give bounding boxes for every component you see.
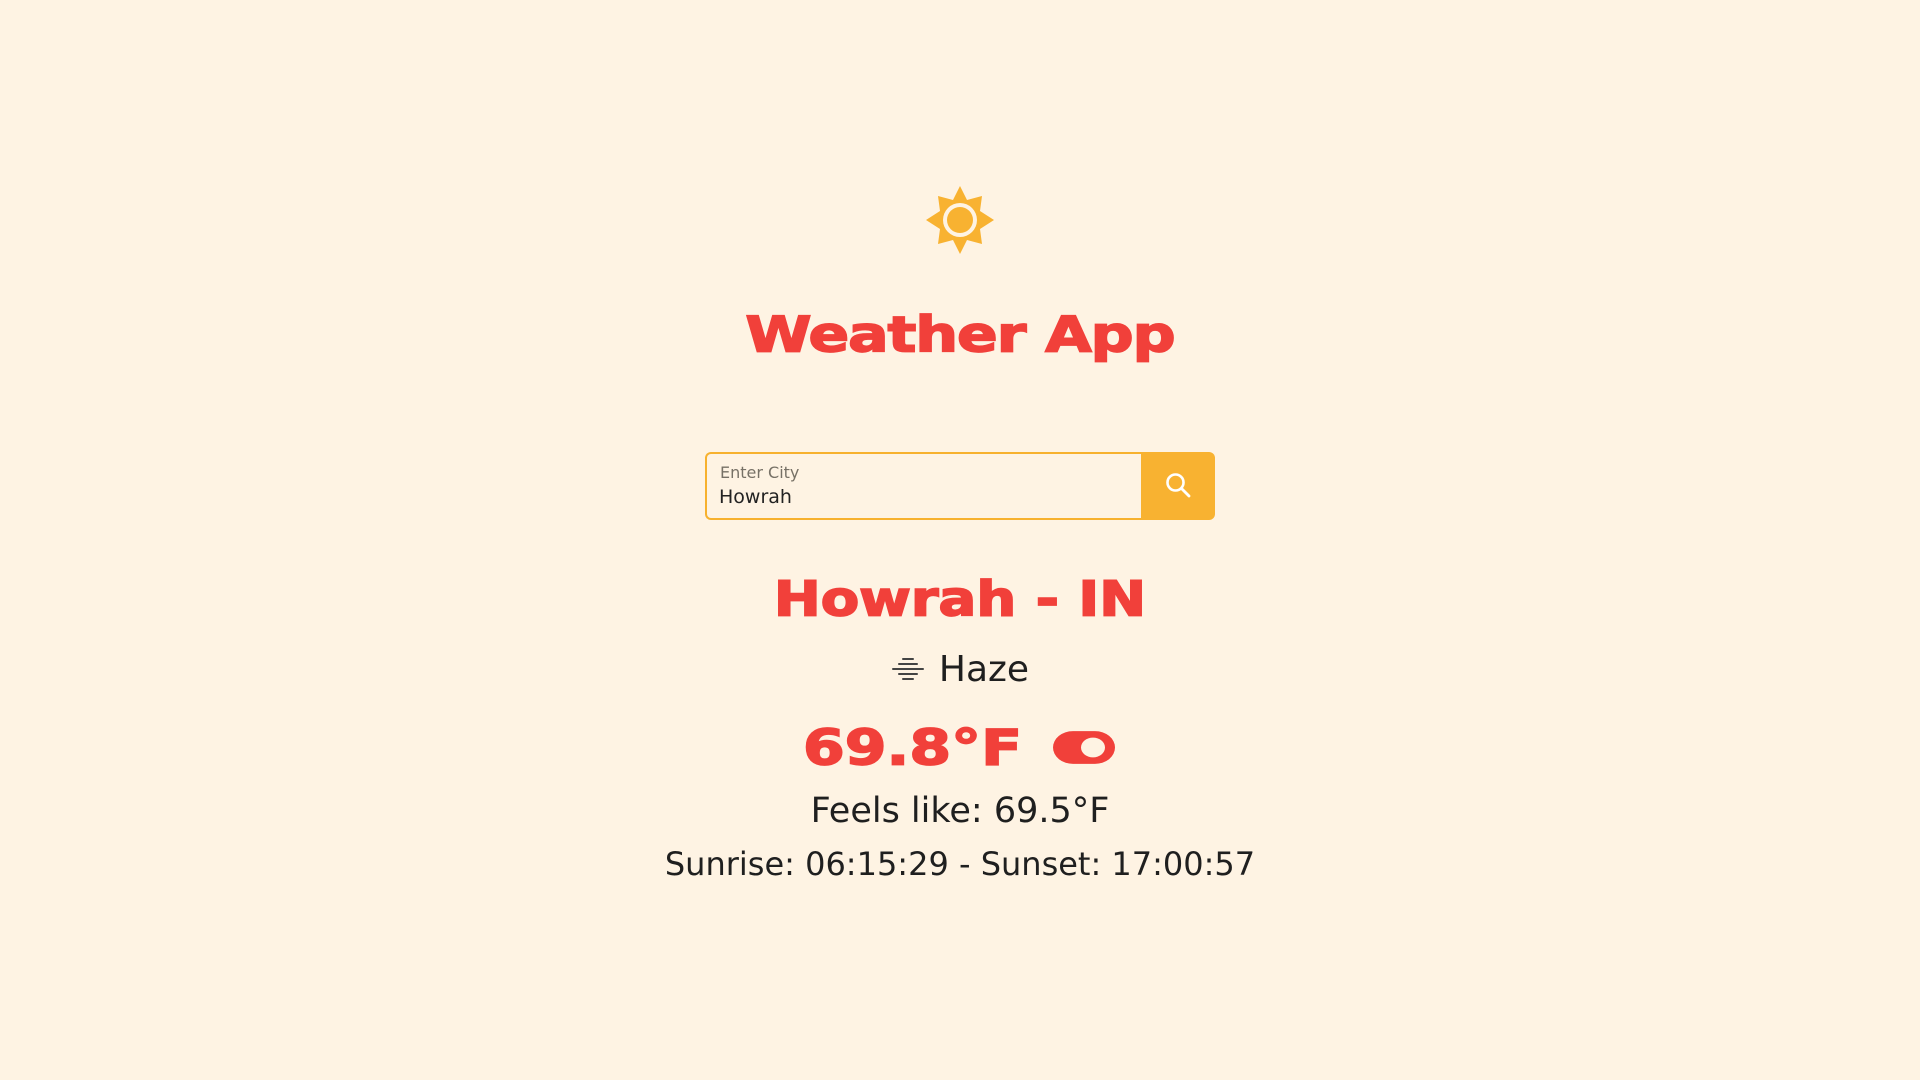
temperature-value: 69.8°F: [802, 719, 1023, 778]
city-input[interactable]: [719, 484, 1119, 510]
search-form: Enter City: [705, 452, 1215, 520]
location-title: Howrah - IN: [773, 571, 1147, 629]
feels-like-text: Feels like: 69.5°F: [810, 791, 1110, 831]
weather-app-page: Weather App Enter City Howrah - IN: [0, 0, 1920, 1080]
search-button[interactable]: [1141, 452, 1215, 520]
sun-icon: [924, 184, 996, 256]
condition-row: Haze: [0, 646, 1920, 694]
search-icon: [1164, 471, 1192, 502]
app-title: Weather App: [744, 305, 1176, 364]
sunrise-sunset-text: Sunrise: 06:15:29 - Sunset: 17:00:57: [664, 845, 1256, 883]
city-field: Enter City: [705, 452, 1141, 520]
city-field-label: Enter City: [720, 463, 800, 482]
haze-icon: [891, 656, 925, 684]
condition-text: Haze: [938, 649, 1030, 690]
temperature-row: 69.8°F: [0, 716, 1920, 784]
toggle-icon[interactable]: [1051, 718, 1117, 784]
